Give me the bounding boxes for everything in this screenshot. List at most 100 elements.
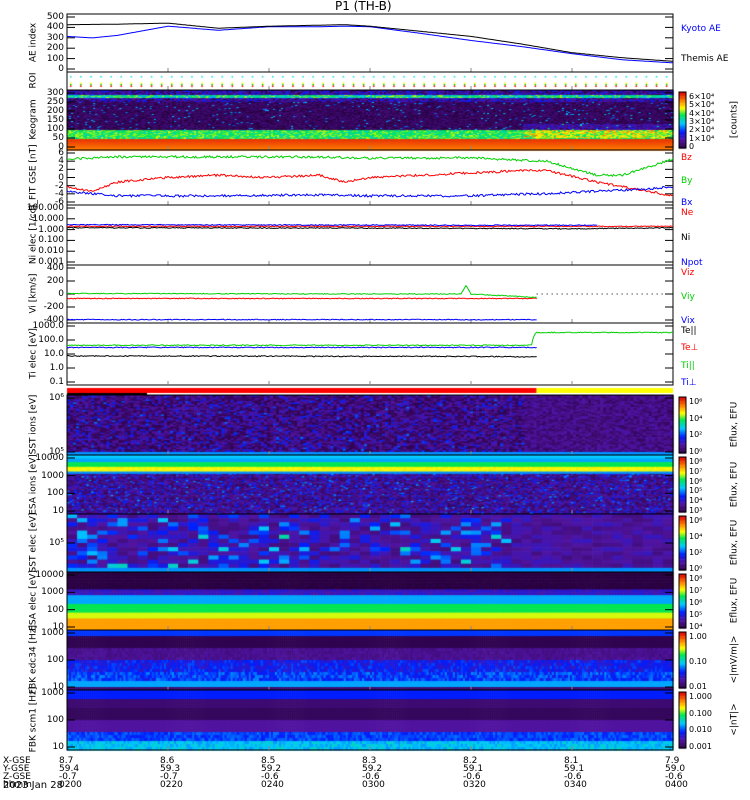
colorbar-tick: 10⁶ — [689, 598, 703, 607]
colorbar-tick: 10⁶ — [689, 516, 703, 525]
series-by-line — [66, 154, 674, 178]
colorbar-tick: 10⁴ — [689, 622, 703, 631]
colorbar-tick: 10⁸ — [689, 457, 703, 466]
date-label: 2023 Jan 28 — [3, 780, 63, 791]
colorbar-tick: 10⁰ — [689, 447, 703, 456]
panel-frame-fbk_edc — [66, 629, 674, 691]
colorbar-tick: 0.001 — [689, 742, 712, 751]
colorbar-tick: 10⁵ — [689, 486, 703, 496]
colorbar-sst_ions — [678, 396, 687, 454]
ytick-label: 1000 — [41, 587, 64, 598]
series-vix-line — [67, 318, 537, 321]
colorbar-keogram — [678, 91, 687, 149]
series-bz-line — [66, 168, 674, 197]
colorbar-tick: 1.000 — [689, 692, 712, 701]
legend-bfit: Bz — [681, 153, 692, 163]
colorbar-tick: 10³ — [689, 506, 703, 515]
ytick-label: 1000 — [41, 688, 64, 698]
ytick-label: 1000.0 — [32, 321, 65, 331]
series-kyotoae-line — [66, 25, 673, 64]
colorbar-tick: 10⁴ — [689, 496, 703, 506]
ytick-label: 100.000 — [26, 203, 64, 213]
panel-frame-keogram — [66, 89, 674, 151]
colorbar-tick: 10⁴ — [689, 532, 703, 541]
panel-frame-sst_ions — [66, 394, 674, 456]
ytick-label: 10.0 — [43, 349, 64, 359]
ytick-label: 200 — [46, 276, 64, 286]
time-axis-hhmm-value: 0220 — [160, 780, 183, 790]
ytick-label: 1000 — [41, 470, 64, 481]
ytick-label: 10 — [52, 742, 64, 752]
time-axis-hhmm-value: 0320 — [463, 780, 486, 790]
colorbar-tick: 0.01 — [689, 682, 707, 691]
colorbar-unit: <|nT|> — [729, 703, 740, 736]
colorbar-tick: 0 — [689, 142, 695, 151]
summary-plot: AE index 500 400 300 200 100 0 Kyoto AE Themis A… — [0, 0, 750, 800]
series-ni-line — [66, 226, 673, 230]
legend-ti: Te⊥ — [681, 343, 699, 354]
legend-vi: Vix — [681, 316, 695, 326]
legend-ae: Themis AE — [681, 54, 729, 64]
colorbar-tick: 1.00 — [689, 632, 707, 641]
series-bx-line — [66, 185, 674, 198]
plot-title: P1 (TH-B) — [335, 0, 392, 13]
colorbar-tick: 0.10 — [689, 657, 707, 666]
ytick-label: 10000 — [35, 453, 64, 463]
legend-ti: Te|| — [681, 326, 697, 336]
panel-frame-fbk_scm — [66, 689, 674, 751]
legend-bfit: By — [681, 175, 693, 186]
ytick-label: 100.0 — [38, 335, 64, 345]
colorbar-tick: 10⁷ — [689, 586, 703, 595]
panel-frame-esa_elec — [66, 571, 674, 631]
colorbar-tick: 10⁵ — [689, 610, 703, 619]
colorbar-tick: 10⁴ — [689, 413, 703, 423]
series-ti-line — [66, 346, 537, 349]
series-viz-line — [66, 297, 537, 300]
colorbar-sst_elec — [678, 515, 687, 571]
colorbar-tick: 0.100 — [689, 708, 712, 718]
legend-ti: Ti⊥ — [681, 378, 697, 388]
colorbar-esa_elec — [678, 573, 687, 629]
panel-frame-ae — [66, 13, 674, 73]
legend-ni: Ni — [681, 233, 691, 243]
time-axis-hhmm-value: 0400 — [665, 780, 688, 790]
legend-vi: Viz — [681, 268, 695, 278]
ytick-label: 400 — [46, 263, 64, 273]
legend-ae: Kyoto AE — [681, 24, 721, 34]
legend-ni: Npot — [681, 258, 703, 268]
ytick-label: 10000 — [35, 570, 64, 580]
series-viy-line — [66, 284, 537, 299]
panel-frame-ni — [66, 204, 674, 266]
colorbar-tick: 10⁷ — [689, 466, 703, 476]
series-ne-line — [67, 225, 673, 228]
colorbar-tick: 0.010 — [689, 725, 712, 735]
colorbar-fbk_edc — [678, 631, 687, 689]
time-axis-hhmm-value: 0240 — [261, 780, 284, 790]
series-themisae-line — [67, 22, 674, 62]
ytick-label: 1000 — [41, 628, 64, 638]
legend-vi: Viy — [681, 292, 695, 302]
series-ti-line — [66, 331, 674, 347]
legend-bfit: Bx — [681, 198, 693, 208]
series-te-line — [66, 354, 537, 358]
colorbar-fbk_scm — [678, 691, 687, 749]
legend-ti: Ti|| — [681, 360, 695, 371]
colorbar-tick: 10⁰ — [689, 564, 703, 573]
colorbar-tick: 10⁶ — [689, 476, 703, 486]
panel-frame-sst_elec — [66, 513, 674, 573]
colorbar-esa_ions — [678, 456, 687, 513]
colorbar-tick: 10² — [689, 548, 703, 557]
ytick-label: 100 — [46, 715, 64, 725]
ytick-label: 10⁶ — [48, 393, 64, 403]
colorbar-tick: 10⁶ — [689, 397, 703, 406]
colorbar-tick: 10⁸ — [689, 574, 703, 583]
ytick-label: 10.000 — [32, 213, 65, 224]
time-axis-hhmm-value: 0340 — [564, 780, 587, 790]
colorbar-tick: 10² — [689, 430, 703, 440]
series-npot-line — [67, 223, 598, 227]
panel-frame-esa_ions — [66, 454, 674, 515]
legend-ni: Ne — [681, 208, 694, 218]
time-axis-hhmm-value: 0300 — [362, 780, 385, 790]
plot-svg — [66, 13, 687, 751]
colorbar-unit: [counts] — [729, 100, 740, 139]
